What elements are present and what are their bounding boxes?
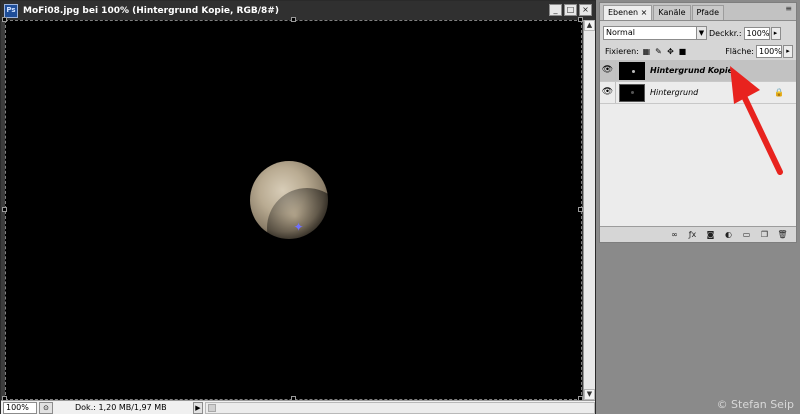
new-layer-icon[interactable]: ❐	[759, 229, 770, 240]
document-window: Ps MoFi08.jpg bei 100% (Hintergrund Kopi…	[0, 0, 596, 414]
lock-position-icon[interactable]: ✥	[666, 47, 675, 56]
document-titlebar[interactable]: Ps MoFi08.jpg bei 100% (Hintergrund Kopi…	[1, 1, 595, 21]
vertical-scrollbar[interactable]: ▲ ▼	[583, 20, 595, 400]
transform-handle[interactable]	[2, 17, 7, 22]
close-button[interactable]: ×	[579, 4, 592, 16]
link-icon[interactable]: ∞	[669, 229, 680, 240]
eye-icon[interactable]: 👁	[600, 82, 616, 103]
lock-row: Fixieren: ▦ ✎ ✥ ■ Fläche: 100% ▸	[600, 43, 796, 61]
status-menu-arrow-icon[interactable]: ▶	[193, 401, 203, 414]
panel-menu-icon[interactable]: ≡	[785, 5, 792, 13]
document-title: MoFi08.jpg bei 100% (Hintergrund Kopie, …	[23, 5, 279, 16]
tab-layers[interactable]: Ebenen ×	[603, 5, 653, 20]
zoom-input[interactable]: 100%	[3, 401, 37, 414]
trash-icon[interactable]: 🗑	[777, 229, 788, 240]
transform-handle[interactable]	[2, 207, 7, 212]
opacity-slider-arrow-icon[interactable]: ▸	[770, 26, 781, 40]
lock-image-icon[interactable]: ✎	[654, 47, 663, 56]
fill-slider-arrow-icon[interactable]: ▸	[783, 45, 793, 58]
opacity-input[interactable]: 100%	[743, 26, 770, 40]
blend-row: Normal ▼ Deckkr.: 100% ▸	[600, 23, 796, 43]
annotation-arrow	[730, 66, 783, 175]
moon-eclipse-shadow	[267, 188, 347, 268]
blend-mode-value: Normal	[606, 28, 635, 37]
window-controls: _ □ ×	[549, 4, 592, 16]
chevron-down-icon[interactable]: ▼	[696, 27, 706, 39]
scroll-down-icon[interactable]: ▼	[584, 389, 595, 400]
minimize-button[interactable]: _	[549, 4, 562, 16]
blend-mode-select[interactable]: Normal ▼	[603, 26, 707, 40]
transform-handle[interactable]	[291, 17, 296, 22]
crosshair-cursor-icon: ✦	[293, 220, 304, 234]
scroll-up-icon[interactable]: ▲	[584, 20, 595, 31]
fx-icon[interactable]: ƒx	[687, 229, 698, 240]
lock-transparency-icon[interactable]: ▦	[642, 47, 651, 56]
panel-tabs: Ebenen × Kanäle Pfade ≡	[600, 3, 796, 21]
document-size-info: Dok.: 1,20 MB/1,97 MB	[75, 403, 167, 412]
group-icon[interactable]: ▭	[741, 229, 752, 240]
eye-icon[interactable]: 👁	[600, 60, 616, 81]
mask-icon[interactable]: ◙	[705, 229, 716, 240]
image-canvas[interactable]: ✦	[2, 17, 583, 401]
panel-footer: ∞ ƒx ◙ ◐ ▭ ❐ 🗑	[600, 226, 796, 242]
tab-paths[interactable]: Pfade	[691, 5, 725, 20]
opacity-label: Deckkr.:	[709, 28, 742, 38]
horizontal-scrollbar[interactable]	[205, 401, 595, 414]
fill-label: Fläche:	[725, 47, 754, 56]
arrow-shaft	[739, 89, 783, 175]
layer-thumbnail	[619, 83, 645, 102]
adjustment-icon[interactable]: ◐	[723, 229, 734, 240]
scrollbar-thumb[interactable]	[208, 403, 216, 412]
copyright-watermark: © Stefan Seip	[716, 398, 794, 411]
lock-label: Fixieren:	[605, 47, 639, 56]
layer-thumbnail	[619, 61, 645, 80]
maximize-button[interactable]: □	[564, 4, 577, 16]
lock-all-icon[interactable]: ■	[678, 47, 687, 56]
layer-name: Hintergrund	[650, 88, 699, 97]
photoshop-app-icon: Ps	[4, 3, 18, 18]
status-bar: 100% ⊙ Dok.: 1,20 MB/1,97 MB ▶	[1, 400, 595, 414]
status-options-icon[interactable]: ⊙	[39, 401, 53, 414]
fill-input[interactable]: 100%	[756, 45, 782, 58]
tab-channels[interactable]: Kanäle	[653, 5, 691, 20]
